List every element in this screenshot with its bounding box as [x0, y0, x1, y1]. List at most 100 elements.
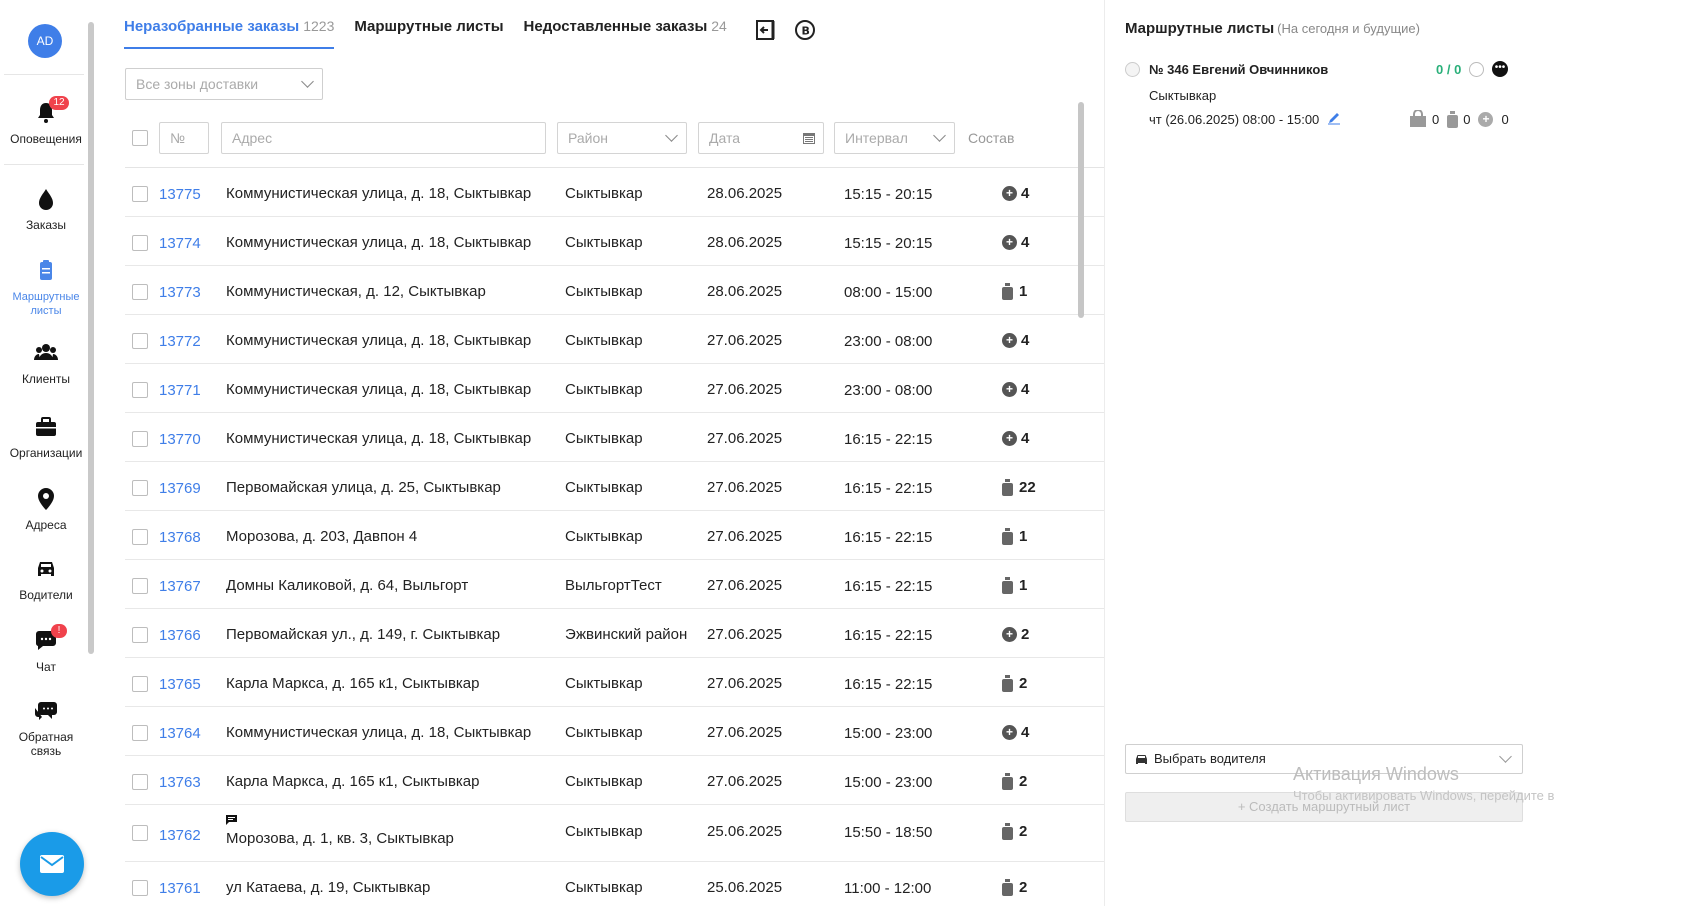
- district-filter-select[interactable]: Район: [557, 122, 687, 154]
- edit-pencil-icon[interactable]: [1327, 111, 1341, 125]
- row-checkbox[interactable]: [132, 880, 148, 896]
- table-row[interactable]: 13764 Коммунистическая улица, д. 18, Сыкт…: [125, 707, 1151, 756]
- order-number-link[interactable]: 13772: [159, 333, 201, 350]
- sidebar-item-addresses[interactable]: Адреса: [0, 486, 92, 532]
- row-checkbox[interactable]: [132, 578, 148, 594]
- table-row[interactable]: 13771 Коммунистическая улица, д. 18, Сыкт…: [125, 364, 1151, 413]
- table-row[interactable]: 13766 Первомайская ул., д. 149, г. Сыктыв…: [125, 609, 1151, 658]
- row-checkbox[interactable]: [132, 431, 148, 447]
- order-number-link[interactable]: 13771: [159, 382, 201, 399]
- table-row[interactable]: 13772 Коммунистическая улица, д. 18, Сыкт…: [125, 315, 1151, 364]
- sidebar-item-drivers[interactable]: Водители: [0, 556, 92, 602]
- driver-select-value: Выбрать водителя: [1154, 751, 1266, 766]
- order-number-link[interactable]: 13761: [159, 880, 201, 897]
- order-address: Морозова, д. 203, Давпон 4: [226, 528, 418, 545]
- order-district: Сыктывкар: [565, 479, 643, 496]
- table-row[interactable]: 13773 Коммунистическая, д. 12, Сыктывкар С…: [125, 266, 1151, 315]
- order-interval: 15:15 - 20:15: [844, 235, 933, 252]
- table-row[interactable]: 13770 Коммунистическая улица, д. 18, Сыкт…: [125, 413, 1151, 462]
- order-number-link[interactable]: 13770: [159, 431, 201, 448]
- row-checkbox[interactable]: [132, 186, 148, 202]
- order-number-link[interactable]: 13766: [159, 627, 201, 644]
- order-number-link[interactable]: 13767: [159, 578, 201, 595]
- sidebar-item-clients[interactable]: Клиенты: [0, 340, 92, 386]
- table-row[interactable]: 13762 Морозова, д. 1, кв. 3, Сыктывкар Сык…: [125, 805, 1151, 862]
- calendar-icon: [803, 133, 815, 144]
- sidebar-item-label: Обратная связь: [18, 730, 74, 756]
- sidebar-item-organizations[interactable]: Организации: [0, 414, 92, 460]
- table-row[interactable]: 13761 ул Катаева, д. 19, Сыктывкар Сыктывк…: [125, 862, 1151, 906]
- route-sheet-radio[interactable]: [1125, 62, 1140, 77]
- sidebar-item-orders[interactable]: Заказы: [0, 186, 92, 232]
- zone-select-value: Все зоны доставки: [136, 76, 259, 92]
- row-checkbox[interactable]: [132, 676, 148, 692]
- order-number-link[interactable]: 13774: [159, 235, 201, 252]
- order-number-link[interactable]: 13768: [159, 529, 201, 546]
- row-checkbox[interactable]: [132, 382, 148, 398]
- sidebar-scrollbar[interactable]: [88, 22, 94, 654]
- order-number-link[interactable]: 13773: [159, 284, 201, 301]
- table-row[interactable]: 13767 Домны Каликовой, д. 64, Выльгорт Выл…: [125, 560, 1151, 609]
- comment-icon[interactable]: [226, 815, 237, 825]
- clipboard-icon: [33, 258, 59, 284]
- interval-filter-select[interactable]: Интервал: [834, 122, 955, 154]
- tab-undelivered-orders[interactable]: Недоставленные заказы 24: [524, 18, 727, 47]
- svg-text:B: B: [801, 25, 809, 38]
- date-filter-input[interactable]: Дата: [698, 122, 824, 154]
- order-number-link[interactable]: 13765: [159, 676, 201, 693]
- check-circle-icon[interactable]: [1469, 62, 1484, 77]
- order-number-link[interactable]: 13763: [159, 774, 201, 791]
- bell-icon: 12: [33, 96, 69, 126]
- table-row[interactable]: 13768 Морозова, д. 203, Давпон 4 Сыктывкар…: [125, 511, 1151, 560]
- sidebar-item-chat[interactable]: ! Чат: [0, 624, 92, 674]
- bottle-icon: [1002, 577, 1013, 594]
- order-quantity: 2: [1019, 675, 1028, 692]
- select-all-checkbox[interactable]: [132, 130, 148, 146]
- order-number-link[interactable]: 13769: [159, 480, 201, 497]
- tab-route-sheets[interactable]: Маршрутные листы: [354, 18, 503, 47]
- address-filter-input[interactable]: Адрес: [221, 122, 546, 154]
- table-body: 13775 Коммунистическая улица, д. 18, Сыкт…: [125, 168, 1151, 906]
- sidebar-item-notifications[interactable]: 12 Оповещения: [0, 96, 92, 146]
- number-filter-input[interactable]: №: [159, 122, 209, 154]
- sidebar-item-route-sheets[interactable]: Маршрутные листы: [0, 258, 92, 318]
- table-scrollbar[interactable]: [1078, 102, 1084, 318]
- delivery-zone-select[interactable]: Все зоны доставки: [125, 68, 323, 100]
- table-row[interactable]: 13769 Первомайская улица, д. 25, Сыктывка…: [125, 462, 1151, 511]
- order-interval: 16:15 - 22:15: [844, 529, 933, 546]
- tab-label: Неразобранные заказы: [124, 18, 300, 35]
- row-checkbox[interactable]: [132, 235, 148, 251]
- order-number-link[interactable]: 13764: [159, 725, 201, 742]
- mail-fab-button[interactable]: [20, 832, 84, 896]
- order-number-link[interactable]: 13762: [159, 827, 201, 844]
- sidebar-item-feedback[interactable]: Обратная связь: [0, 698, 92, 756]
- main-content: Неразобранные заказы 1223 Маршрутные лист…: [100, 0, 1180, 906]
- row-checkbox[interactable]: [132, 333, 148, 349]
- avatar[interactable]: AD: [28, 24, 62, 58]
- table-row[interactable]: 13763 Карла Маркса, д. 165 к1, Сыктывкар С…: [125, 756, 1151, 805]
- order-composition: +4: [1002, 185, 1029, 202]
- row-checkbox[interactable]: [132, 825, 148, 841]
- route-sheet-name[interactable]: № 346 Евгений Овчинников: [1149, 62, 1328, 77]
- app: AD 12 Оповещения Заказы Маршрутные листы: [0, 0, 1688, 906]
- plus-circle-icon: +: [1002, 235, 1017, 250]
- order-quantity: 2: [1021, 626, 1030, 643]
- currency-refresh-icon[interactable]: B: [793, 18, 817, 42]
- table-row[interactable]: 13775 Коммунистическая улица, д. 18, Сыкт…: [125, 168, 1151, 217]
- row-checkbox[interactable]: [132, 627, 148, 643]
- sidebar-item-label: Заказы: [25, 218, 67, 232]
- row-checkbox[interactable]: [132, 725, 148, 741]
- table-row[interactable]: 13765 Карла Маркса, д. 165 к1, Сыктывкар С…: [125, 658, 1151, 707]
- order-number-link[interactable]: 13775: [159, 186, 201, 203]
- row-checkbox[interactable]: [132, 480, 148, 496]
- row-checkbox[interactable]: [132, 529, 148, 545]
- order-address: Карла Маркса, д. 165 к1, Сыктывкар: [226, 773, 480, 790]
- order-composition: +4: [1002, 332, 1029, 349]
- tab-unsorted-orders[interactable]: Неразобранные заказы 1223: [124, 18, 335, 49]
- import-icon[interactable]: [753, 18, 777, 42]
- row-checkbox[interactable]: [132, 284, 148, 300]
- sidebar-item-label: Чат: [36, 660, 56, 674]
- table-row[interactable]: 13774 Коммунистическая улица, д. 18, Сыкт…: [125, 217, 1151, 266]
- row-checkbox[interactable]: [132, 774, 148, 790]
- more-icon[interactable]: •••: [1492, 61, 1508, 77]
